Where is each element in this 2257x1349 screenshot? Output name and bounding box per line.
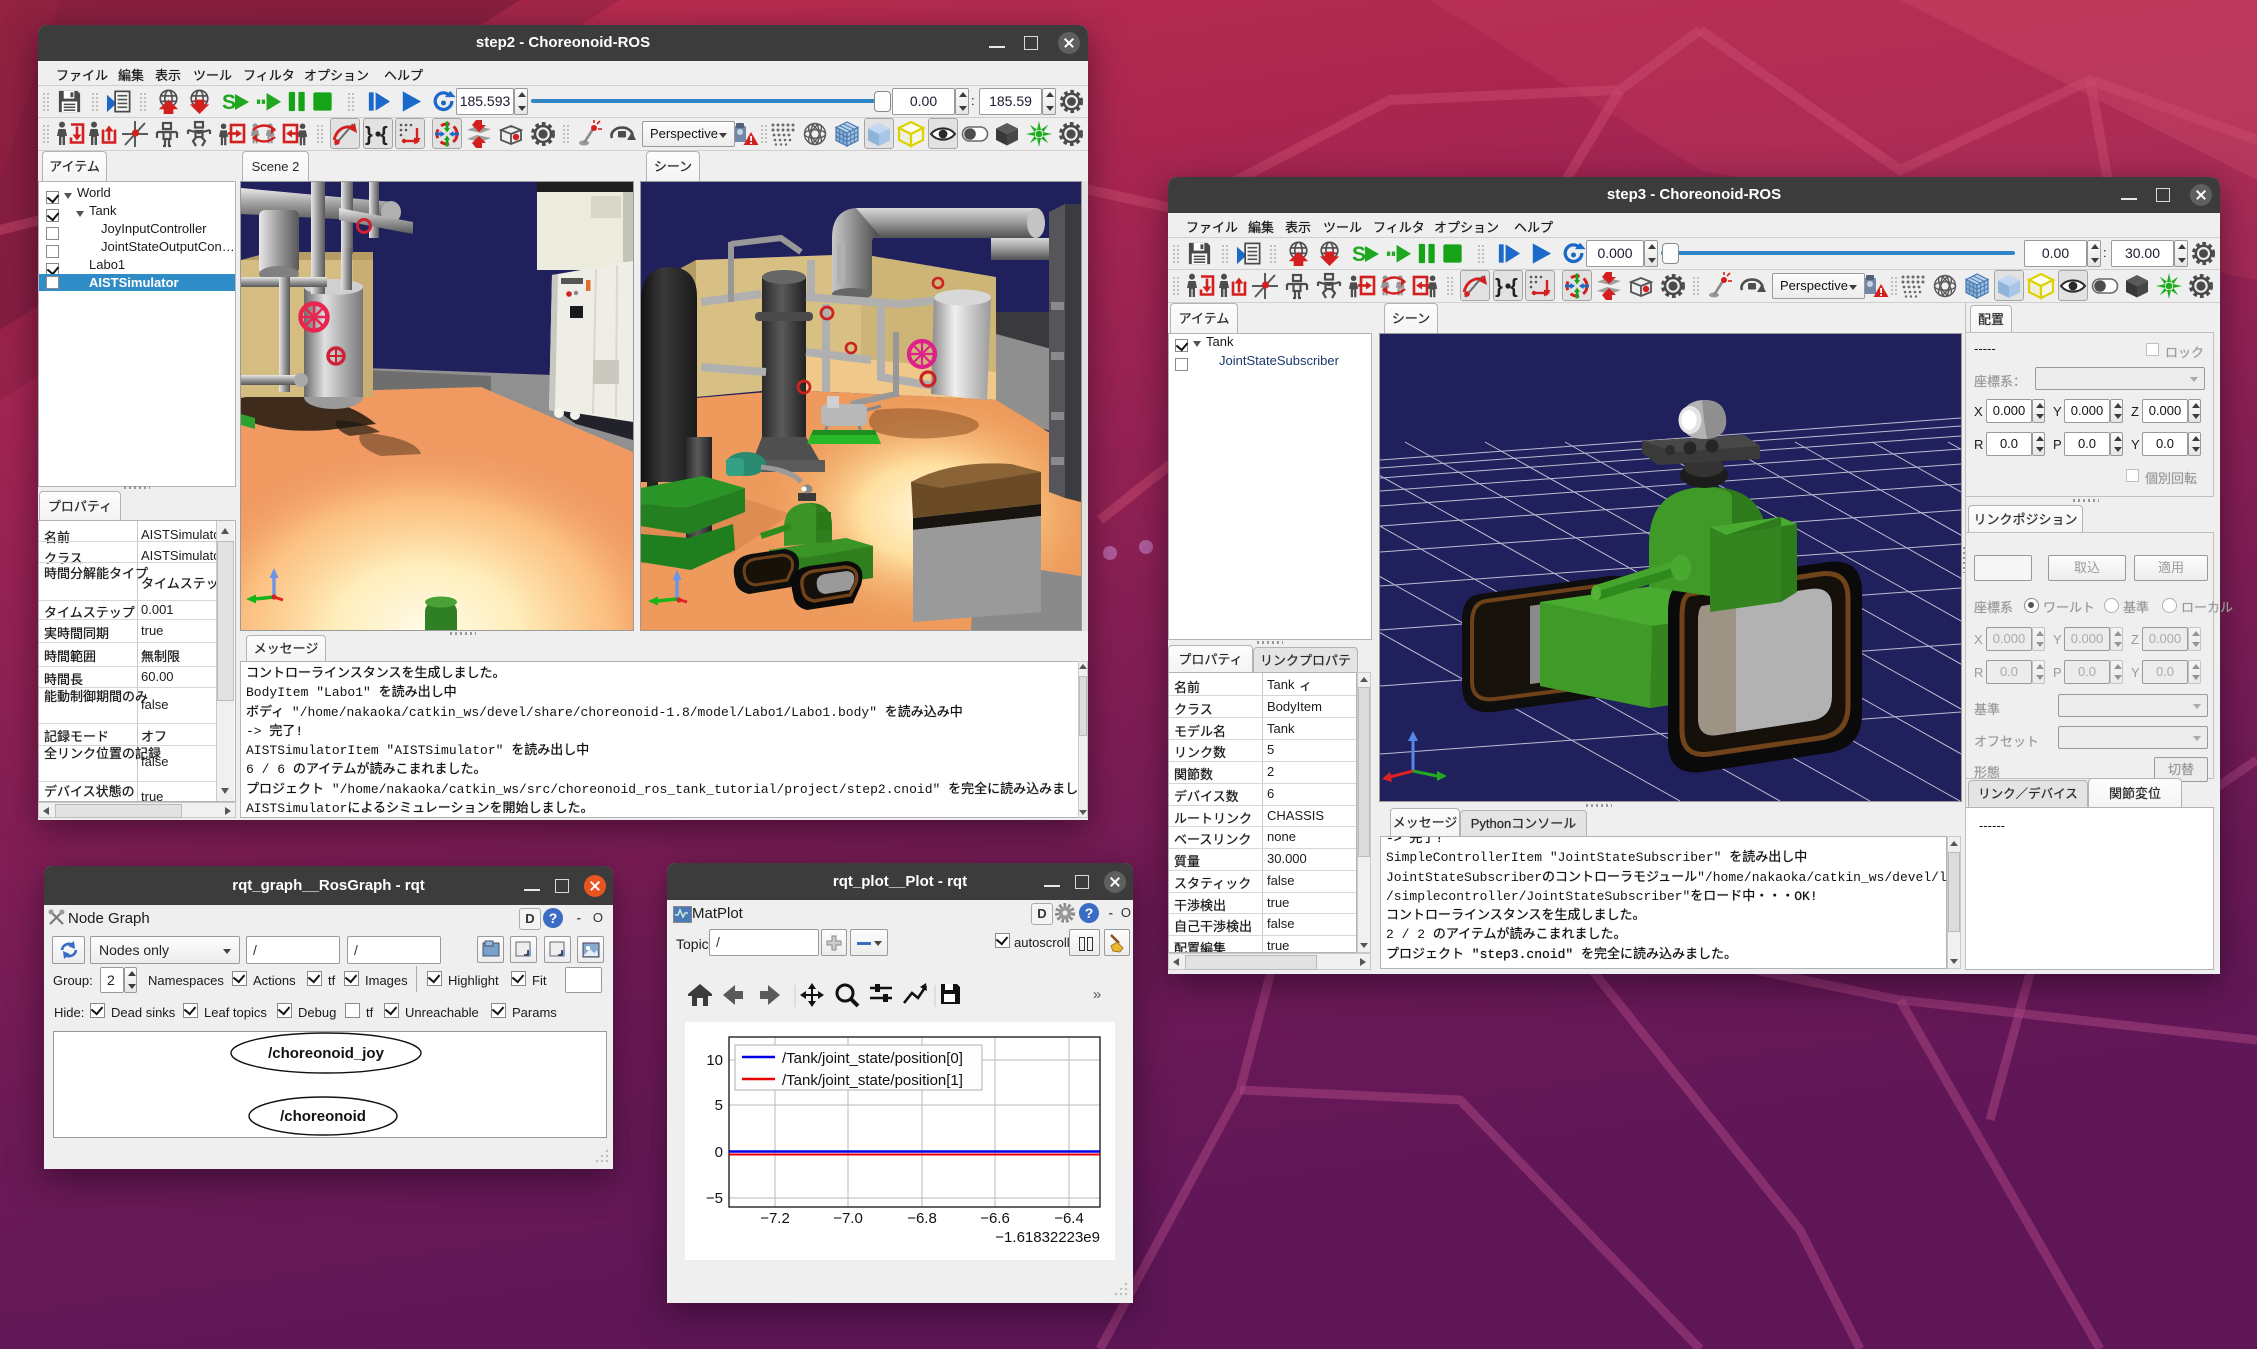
svg-text:5: 5	[715, 1097, 723, 1114]
svg-text:/Tank/joint_state/position[1]: /Tank/joint_state/position[1]	[782, 1072, 963, 1089]
svg-text:/choreonoid_joy: /choreonoid_joy	[268, 1045, 385, 1062]
svg-text:/choreonoid: /choreonoid	[280, 1108, 366, 1125]
svg-text:0: 0	[715, 1144, 723, 1161]
svg-text:−6.4: −6.4	[1054, 1210, 1084, 1227]
svg-text:−6.8: −6.8	[907, 1210, 937, 1227]
svg-text:−1.61832223e9: −1.61832223e9	[995, 1229, 1100, 1246]
svg-text:10: 10	[706, 1052, 723, 1069]
svg-text:−5: −5	[706, 1190, 723, 1207]
svg-text:−6.6: −6.6	[980, 1210, 1010, 1227]
svg-text:/Tank/joint_state/position[0]: /Tank/joint_state/position[0]	[782, 1050, 963, 1067]
svg-text:−7.2: −7.2	[760, 1210, 790, 1227]
svg-text:−7.0: −7.0	[833, 1210, 863, 1227]
svg-text:»: »	[1093, 986, 1101, 1003]
